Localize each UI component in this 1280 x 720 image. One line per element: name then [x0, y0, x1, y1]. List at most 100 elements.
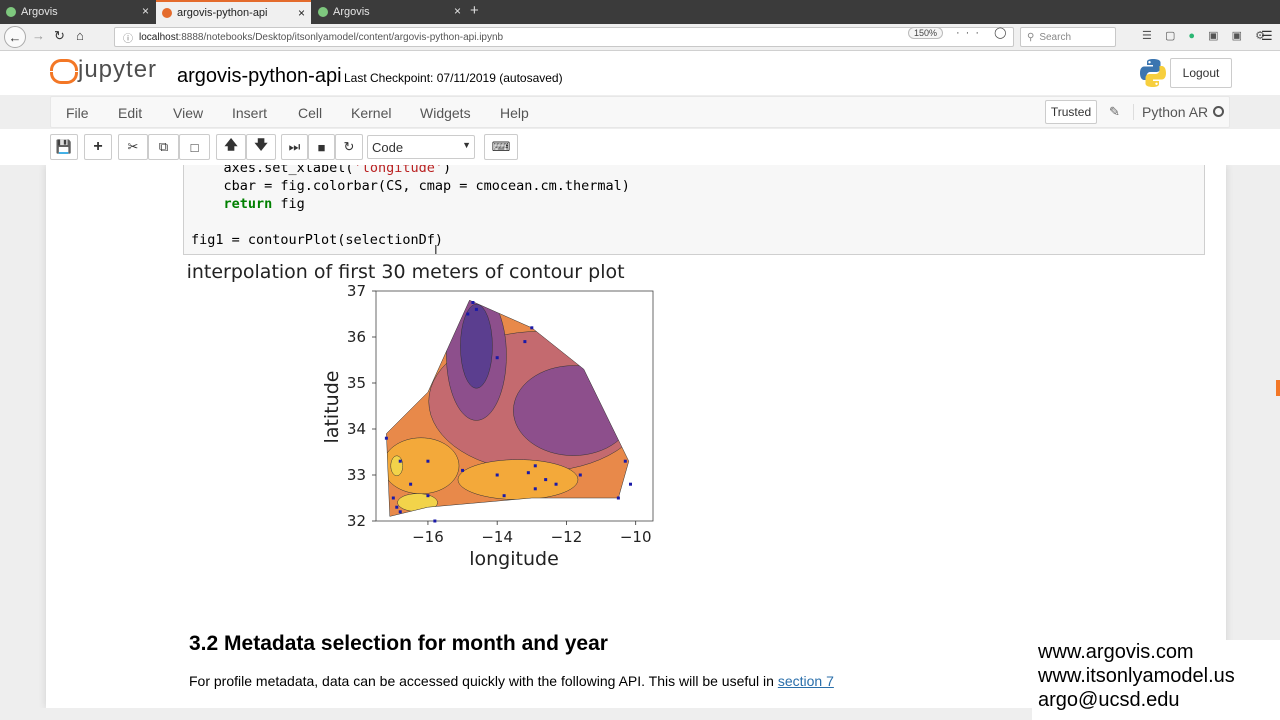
menu-insert[interactable]: Insert [232, 105, 267, 121]
notebook-title[interactable]: argovis-python-api [177, 65, 342, 88]
menu-cell[interactable]: Cell [298, 105, 322, 121]
watermark-line: argo@ucsd.edu [1038, 689, 1180, 711]
paste-button[interactable]: □ [179, 134, 210, 160]
copy-icon: ⧉ [158, 139, 169, 154]
reload-icon[interactable]: ↻ [54, 28, 65, 44]
menu-edit[interactable]: Edit [118, 105, 142, 121]
dropdown-arrow-icon: ▼ [462, 140, 471, 150]
argovis-favicon-icon [6, 7, 16, 17]
cut-button[interactable]: ✂ [118, 134, 148, 160]
run-button[interactable]: ⏭ [281, 134, 308, 160]
url-host: localhost [139, 31, 179, 43]
tab-label: Argovis [21, 6, 58, 18]
save-button[interactable]: 💾 [50, 134, 78, 160]
profile-point [533, 487, 537, 491]
search-placeholder: Search [1039, 31, 1072, 43]
profile-point [474, 307, 478, 311]
menu-widgets[interactable]: Widgets [420, 105, 471, 121]
y-tick-label: 35 [347, 374, 366, 392]
forward-arrow-icon[interactable]: → [32, 28, 45, 43]
home-icon[interactable]: ⌂ [76, 28, 84, 43]
kernel-status-icon [1213, 106, 1224, 117]
search-icon: ⚲ [1027, 31, 1035, 43]
browser-tab-argovis-1[interactable]: Argovis × [0, 0, 155, 24]
profile-point [461, 468, 465, 472]
logout-button[interactable]: Logout [1170, 58, 1232, 88]
close-tab-icon[interactable]: × [142, 4, 149, 18]
search-input[interactable]: ⚲ Search [1020, 27, 1116, 47]
url-bar[interactable]: ⓘ localhost :8888/notebooks/Desktop/itso… [114, 27, 1014, 47]
contour-band [457, 459, 579, 500]
insert-cell-button[interactable]: + [84, 134, 112, 160]
y-tick-label: 33 [347, 466, 366, 484]
screenshot-icon[interactable]: ▣ [1208, 30, 1223, 42]
text-cursor-icon: I [434, 242, 438, 257]
tab-label: argovis-python-api [177, 7, 268, 19]
y-tick-label: 36 [347, 328, 366, 346]
restart-button[interactable]: ↻ [335, 134, 363, 160]
jupyter-logo[interactable]: jupyter [50, 56, 157, 84]
checkpoint-status: Last Checkpoint: 07/11/2019 (autosaved) [344, 71, 563, 85]
section-paragraph: For profile metadata, data can be access… [189, 673, 834, 689]
new-tab-button[interactable]: + [470, 2, 479, 19]
profile-point [616, 496, 620, 500]
close-tab-icon[interactable]: × [298, 6, 305, 20]
menu-view[interactable]: View [173, 105, 203, 121]
move-down-button[interactable]: 🡇 [246, 134, 276, 160]
menu-file[interactable]: File [66, 105, 89, 121]
code-line: fig1 = contourPlot(selectionDf) [191, 232, 443, 248]
zoom-level-badge[interactable]: 150% [908, 27, 944, 39]
kernel-name[interactable]: Python AR [1133, 104, 1208, 120]
x-tick-label: −16 [412, 528, 444, 546]
copy-button[interactable]: ⧉ [148, 134, 179, 160]
menu-hamburger-icon[interactable]: ☰ [1261, 28, 1273, 44]
info-icon[interactable]: ⓘ [123, 30, 133, 45]
restart-icon: ↻ [343, 139, 355, 154]
grammarly-icon[interactable]: ● [1188, 30, 1200, 42]
profile-point [398, 459, 402, 463]
notebook-area[interactable]: axes.set_xlabel('longitude') cbar = fig.… [0, 165, 1280, 708]
close-tab-icon[interactable]: × [454, 4, 461, 18]
interrupt-button[interactable]: ■ [308, 134, 335, 160]
library-icon[interactable]: ☰ [1142, 30, 1157, 42]
browser-tab-argovis-2[interactable]: Argovis × [312, 0, 467, 24]
scrollbar-marker[interactable] [1276, 380, 1280, 396]
edit-pencil-icon[interactable]: ✎ [1109, 104, 1120, 120]
sync-icon[interactable]: ▣ [1232, 30, 1247, 42]
scissors-icon: ✂ [127, 139, 139, 154]
code-line: cbar = fig.colorbar(CS, cmap = cmocean.c… [191, 178, 630, 194]
url-path: :8888/notebooks/Desktop/itsonlyamodel/co… [178, 31, 504, 43]
browser-navbar: ← → ↻ ⌂ ⓘ localhost :8888/notebooks/Desk… [0, 24, 1280, 51]
cell-type-select[interactable]: Code ▼ [367, 135, 475, 159]
y-tick-label: 32 [347, 512, 366, 530]
reader-icon[interactable]: ▢ [1165, 30, 1180, 42]
profile-point [533, 464, 537, 468]
back-arrow-icon[interactable]: ← [4, 26, 26, 48]
profile-point [623, 459, 627, 463]
step-forward-icon: ⏭ [288, 139, 301, 154]
move-up-button[interactable]: 🡅 [216, 134, 246, 160]
code-cell[interactable]: axes.set_xlabel('longitude') cbar = fig.… [183, 165, 1205, 255]
profile-point [495, 473, 499, 477]
menu-kernel[interactable]: Kernel [351, 105, 391, 121]
profile-point [578, 473, 582, 477]
pocket-icon[interactable]: ◯ [994, 27, 1012, 39]
x-axis-label: longitude [469, 548, 559, 570]
section-7-link[interactable]: section 7 [778, 673, 834, 689]
stop-icon: ■ [317, 139, 326, 155]
profile-point [426, 459, 430, 463]
section-heading: 3.2 Metadata selection for month and yea… [189, 632, 608, 655]
page-actions-icon[interactable]: ··· [956, 27, 985, 39]
profile-point [495, 356, 499, 360]
command-palette-button[interactable]: ⌨ [484, 134, 518, 160]
browser-tab-argovis-python-api[interactable]: argovis-python-api × [156, 0, 311, 24]
trusted-indicator[interactable]: Trusted [1045, 100, 1097, 124]
jupyter-logo-icon [50, 57, 78, 84]
menu-help[interactable]: Help [500, 105, 529, 121]
profile-point [502, 494, 506, 498]
jupyter-favicon-icon [162, 8, 172, 18]
keyboard-icon: ⌨ [491, 139, 511, 154]
code-line: axes.set_xlabel('longitude') [191, 165, 452, 176]
plus-icon: + [93, 138, 103, 155]
profile-point [398, 510, 402, 514]
